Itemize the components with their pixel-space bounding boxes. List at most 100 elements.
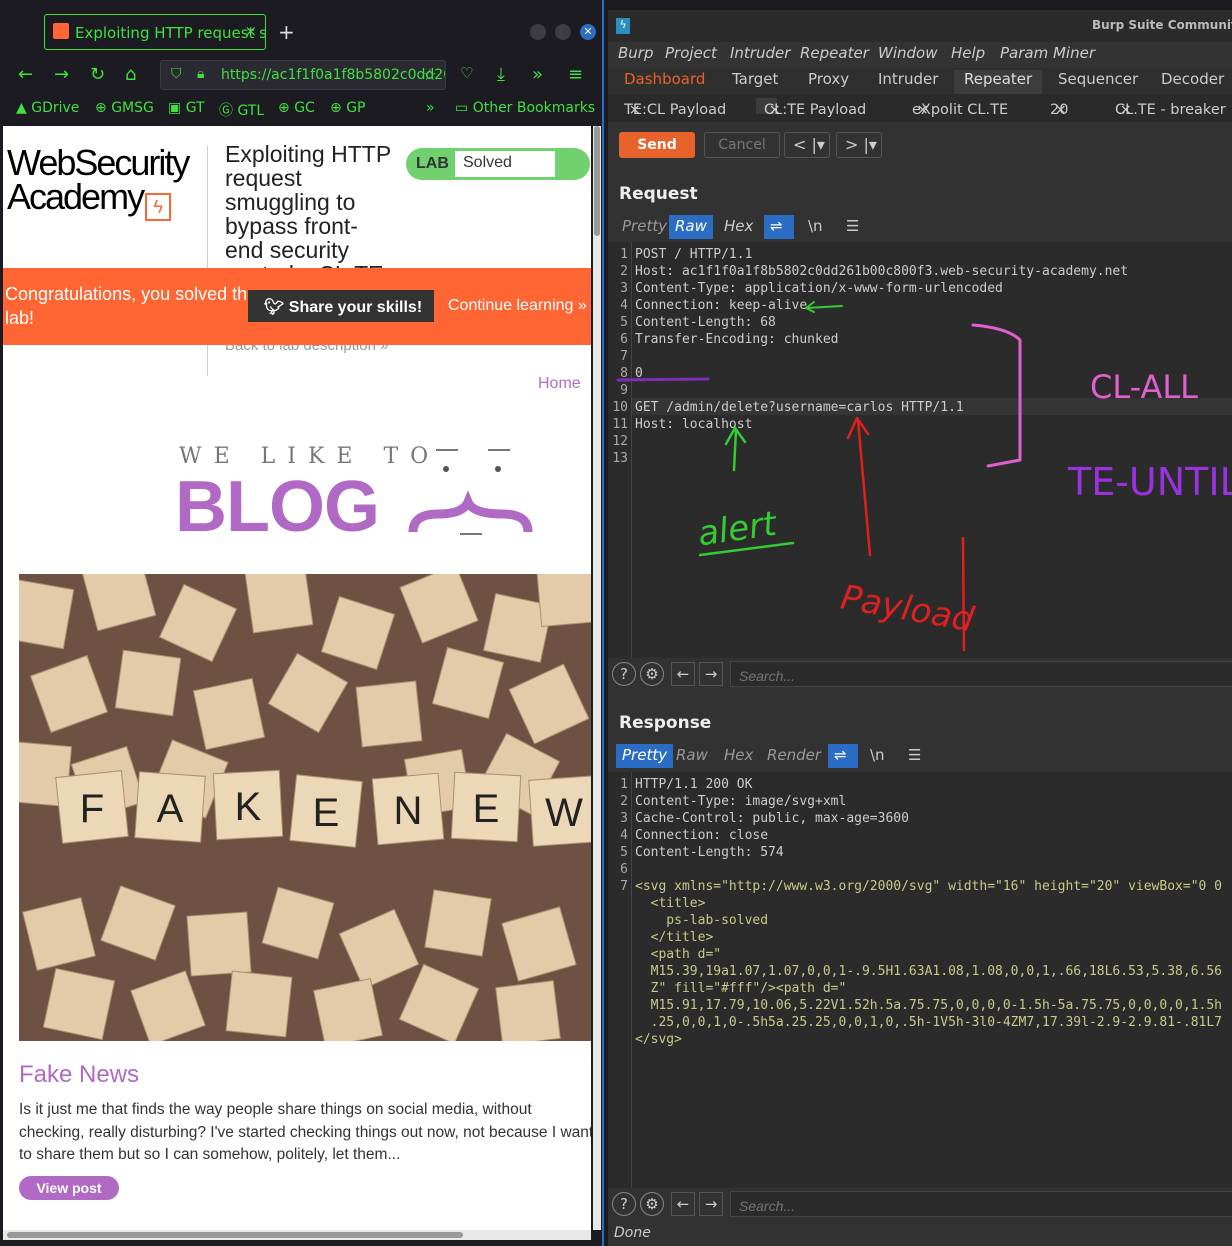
response-search-input[interactable]	[730, 1191, 1232, 1217]
shield-icon[interactable]: ⛉	[171, 66, 182, 82]
response-mode-pretty[interactable]: Pretty	[616, 744, 674, 768]
back-arrow-icon[interactable]: ←	[18, 64, 33, 85]
bookmark-gp[interactable]: ⊕ GP	[330, 100, 365, 116]
new-tab-button[interactable]: +	[278, 20, 295, 44]
home-icon[interactable]: ⌂	[125, 64, 136, 85]
gear-icon[interactable]: ⚙	[640, 1192, 664, 1216]
arrow-left-icon[interactable]: ←	[671, 1192, 695, 1216]
tile-letter: N	[394, 789, 423, 833]
response-mode-render[interactable]: Render	[761, 744, 827, 768]
response-mode-hex[interactable]: Hex	[718, 744, 759, 768]
close-icon[interactable]: ×	[769, 102, 781, 118]
view-post-button[interactable]: View post	[19, 1176, 119, 1200]
browser-tab[interactable]: Exploiting HTTP request smuggling ×	[44, 14, 266, 50]
repeater-tab-clte-payload[interactable]: CL:TE Payload ×	[756, 98, 866, 118]
menu-window[interactable]: Window	[878, 44, 937, 62]
arrow-left-icon[interactable]: ←	[671, 662, 695, 686]
continue-learning-link[interactable]: Continue learning »	[448, 297, 587, 315]
repeater-tab-clte-breaker[interactable]: CL.TE - breaker ×	[1115, 98, 1226, 118]
tab-decoder[interactable]: Decoder	[1161, 70, 1224, 94]
other-bookmarks[interactable]: ▭ Other Bookmarks	[455, 100, 595, 116]
bookmark-gc[interactable]: ⊕ GC	[278, 100, 315, 116]
cancel-button[interactable]: Cancel	[704, 132, 780, 158]
pocket-icon[interactable]: ♡	[460, 64, 473, 82]
forward-arrow-icon[interactable]: →	[54, 64, 69, 85]
tab-proxy[interactable]: Proxy	[808, 70, 849, 94]
wrap-lines-icon[interactable]: ⇌	[764, 215, 794, 239]
request-editor[interactable]: 1 2 3 4 5 6 7 8 9 10 11 12 13 POST / HTTP/1.1 Host: a…	[608, 242, 1232, 660]
tab-dashboard[interactable]: Dashboard	[624, 70, 705, 94]
response-editor[interactable]: 1 2 3 4 5 6 7 HTTP/1.1 200 OK Content-Type: ima…	[608, 772, 1232, 1190]
horizontal-scroll-thumb[interactable]	[7, 1232, 463, 1238]
close-icon[interactable]: ×	[629, 102, 641, 118]
code-line: Content-Type: application/x-www-form-url…	[635, 281, 1003, 296]
window-close-icon[interactable]: ✕	[580, 24, 596, 40]
request-search-input[interactable]	[730, 661, 1232, 687]
fake-news-photo[interactable]: F A K E N E W	[19, 574, 591, 1041]
lock-icon[interactable]: 🔒︎	[197, 66, 204, 82]
bookmark-gtl[interactable]: Ⓖ GTL	[219, 100, 264, 120]
close-icon[interactable]: ×	[1055, 102, 1067, 118]
bookmark-label: GC	[294, 100, 315, 116]
gear-icon[interactable]: ⚙	[640, 662, 664, 686]
response-mode-raw[interactable]: Raw	[670, 744, 714, 768]
hamburger-menu-icon[interactable]: ☰	[902, 744, 927, 768]
request-mode-pretty[interactable]: Pretty	[616, 215, 673, 239]
home-link[interactable]: Home	[538, 375, 581, 393]
request-mode-hex[interactable]: Hex	[718, 215, 759, 239]
bookmark-label: GT	[185, 100, 205, 116]
close-icon[interactable]: ×	[1120, 102, 1132, 118]
code-line: Content-Length: 574	[635, 845, 784, 860]
academy-logo[interactable]: WebSecurity Academy ϟ	[7, 145, 207, 221]
hamburger-menu-icon[interactable]: ☰	[840, 215, 865, 239]
arrow-right-icon[interactable]: →	[699, 662, 723, 686]
tile-letter: W	[545, 791, 583, 835]
menu-project[interactable]: Project	[665, 44, 717, 62]
history-back-button[interactable]: < |▾	[784, 132, 830, 158]
send-button[interactable]: Send	[619, 132, 695, 158]
tab-sequencer[interactable]: Sequencer	[1058, 70, 1138, 94]
close-icon[interactable]: ×	[917, 102, 929, 118]
close-tab-icon[interactable]: ×	[244, 22, 257, 40]
bookmark-gmsg[interactable]: ⊕ GMSG	[95, 100, 154, 116]
minimize-icon[interactable]	[530, 24, 546, 40]
tile-letter: E	[313, 791, 340, 835]
newline-toggle[interactable]: \n	[802, 215, 829, 239]
wrap-lines-icon[interactable]: ⇌	[828, 744, 858, 768]
menu-repeater[interactable]: Repeater	[800, 44, 869, 62]
newline-toggle[interactable]: \n	[864, 744, 891, 768]
url-bar[interactable]: ⛉ 🔒︎ https://ac1f1f0a1f8b5802c0dd261b00c…	[160, 60, 446, 90]
hamburger-menu-icon[interactable]: ≡	[568, 64, 583, 85]
repeater-tab-exploit-clte[interactable]: eXpolit CL.TE ×	[912, 98, 1008, 118]
help-icon[interactable]: ?	[612, 662, 636, 686]
download-icon[interactable]: ⤓	[497, 64, 505, 85]
menu-intruder[interactable]: Intruder	[730, 44, 790, 62]
bookmark-star-icon[interactable]: ☆	[423, 65, 437, 84]
tab-intruder[interactable]: Intruder	[878, 70, 938, 94]
request-mode-raw[interactable]: Raw	[669, 215, 713, 239]
reload-icon[interactable]: ↻	[90, 64, 105, 85]
twitter-icon: 🐦︎	[264, 299, 289, 316]
share-skills-button[interactable]: 🐦︎ Share your skills!	[248, 290, 434, 322]
menu-param-miner[interactable]: Param Miner	[1000, 44, 1095, 62]
repeater-tab-20[interactable]: 20 ×	[1050, 98, 1068, 118]
repeater-tab-tecl-payload[interactable]: TE:CL Payload ×	[624, 98, 726, 118]
arrow-right-icon[interactable]: →	[699, 1192, 723, 1216]
tab-target[interactable]: Target	[732, 70, 778, 94]
code-line: Content-Type: image/svg+xml	[635, 794, 847, 809]
history-forward-button[interactable]: > |▾	[836, 132, 882, 158]
code-line: .25,0,0,1,0-.5h5a.25.25,0,0,1,0,.5h-1V5h…	[635, 1015, 1222, 1030]
menu-help[interactable]: Help	[951, 44, 985, 62]
maximize-icon[interactable]	[555, 24, 571, 40]
bookmark-gdrive[interactable]: ▲ GDrive	[16, 100, 79, 116]
post-title[interactable]: Fake News	[19, 1061, 139, 1089]
vertical-scroll-thumb[interactable]	[594, 126, 600, 236]
tab-repeater[interactable]: Repeater	[954, 70, 1043, 94]
bookmark-gt[interactable]: ▣ GT	[168, 100, 205, 116]
bookmarks-overflow-icon[interactable]: »	[426, 100, 435, 116]
help-icon[interactable]: ?	[612, 1192, 636, 1216]
menu-burp[interactable]: Burp	[618, 44, 654, 62]
extensions-overflow-icon[interactable]: »	[532, 64, 543, 85]
page-vertical-scrollbar[interactable]	[593, 126, 601, 1230]
page-horizontal-scrollbar[interactable]	[3, 1230, 591, 1240]
